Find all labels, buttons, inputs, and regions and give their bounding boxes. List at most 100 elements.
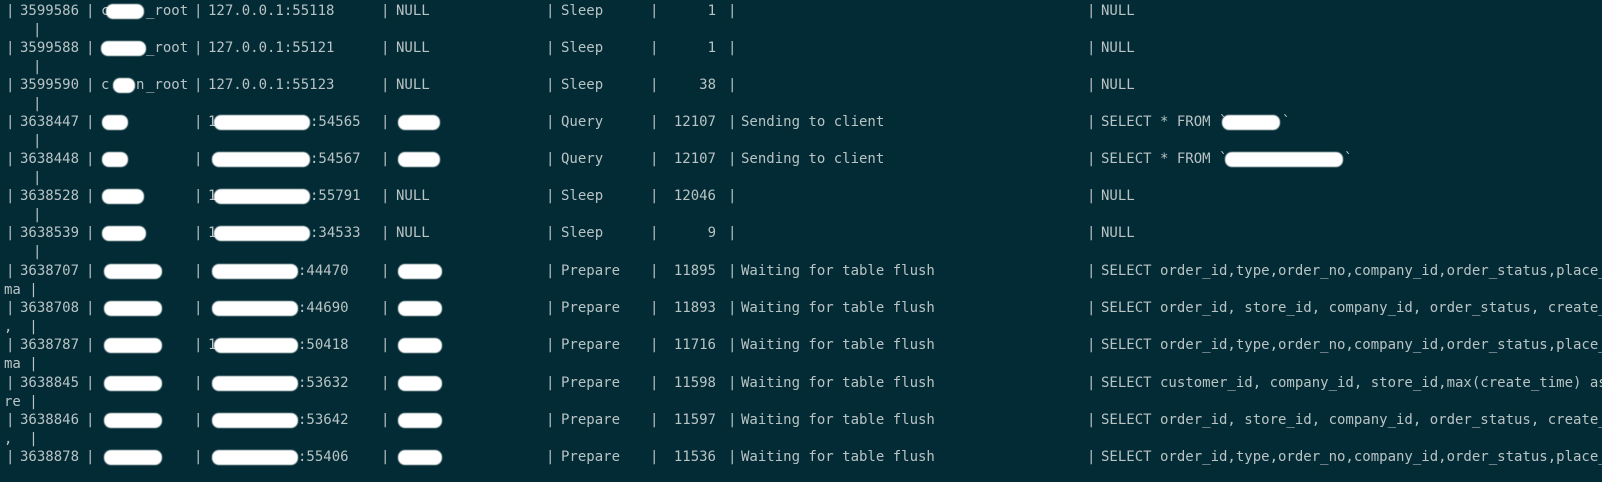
redacted-host xyxy=(214,226,310,241)
process-time: 11893 xyxy=(673,300,716,316)
redacted-user xyxy=(104,264,162,279)
redacted-db xyxy=(398,301,442,316)
table-row: | 3638708 | | :44690 | | Prepare | 11893… xyxy=(0,297,1602,335)
row-line: | 3599588 | _root | 127.0.0.1:55121 | NU… xyxy=(6,40,1135,56)
table-row: | 3638846 | | :53642 | | Prepare | 11597… xyxy=(0,409,1602,447)
redacted-host xyxy=(212,376,298,391)
process-host: :55791 xyxy=(310,188,361,204)
process-time: 11536 xyxy=(673,449,716,465)
process-info: SELECT order_id, store_id, company_id, o… xyxy=(1101,412,1602,428)
process-host: 127.0.0.1:55123 xyxy=(208,77,335,93)
redacted-table-name xyxy=(1222,115,1280,130)
row-line: | 3638878 | | :55406 | | Prepare | 11536… xyxy=(0,448,1602,467)
process-state: Waiting for table flush xyxy=(741,263,935,279)
table-row: | 3599588 | _root | 127.0.0.1:55121 | NU… xyxy=(0,37,1602,75)
process-id: 3599586 xyxy=(20,3,80,19)
process-command: Prepare xyxy=(561,449,621,465)
process-state: Sending to client xyxy=(741,114,885,130)
process-db: NULL xyxy=(396,225,430,241)
process-time: 11716 xyxy=(673,337,716,353)
redacted-user xyxy=(104,338,162,353)
redacted-host xyxy=(212,450,298,465)
row-line: | 3638845 | | :53632 | | Prepare | 11598… xyxy=(0,374,1602,393)
redacted-table-name xyxy=(1225,152,1343,167)
row-line: | 3599590 | c n _root | 127.0.0.1:55123 … xyxy=(6,77,1135,93)
redacted-host xyxy=(212,152,310,167)
process-host: :44690 xyxy=(298,300,349,316)
process-id: 3638448 xyxy=(20,151,80,167)
process-host: 127.0.0.1:55118 xyxy=(208,3,335,19)
process-id: 3638846 xyxy=(20,412,80,428)
process-command: Query xyxy=(561,151,604,167)
process-time: 11895 xyxy=(673,263,716,279)
process-info: SELECT * FROM ` xyxy=(1101,114,1228,130)
redacted-db xyxy=(398,450,442,465)
row-line: | 3638539 | | 1 :34533 | NULL | Sleep | … xyxy=(6,225,1135,241)
redacted-user xyxy=(102,115,128,130)
process-info: SELECT * FROM ` xyxy=(1101,151,1228,167)
redacted-db xyxy=(398,115,440,130)
process-id: 3638708 xyxy=(20,300,80,316)
process-id: 3599590 xyxy=(20,77,80,93)
process-id: 3599588 xyxy=(20,40,80,56)
process-command: Prepare xyxy=(561,337,621,353)
process-host: :44470 xyxy=(298,263,349,279)
redacted-host xyxy=(212,413,298,428)
process-id: 3638707 xyxy=(20,263,80,279)
process-state: Waiting for table flush xyxy=(741,375,935,391)
redacted-host xyxy=(212,264,298,279)
row-line: | 3638787 | | 1 :50418 | | Prepare | 117… xyxy=(0,336,1602,355)
table-row: | 3638707 | | :44470 | | Prepare | 11895… xyxy=(0,260,1602,298)
terminal-window[interactable]: | 3599586 | c _root | 127.0.0.1:55118 | … xyxy=(0,0,1602,482)
redacted-user xyxy=(104,301,162,316)
process-command: Sleep xyxy=(561,40,604,56)
redacted-db xyxy=(398,338,442,353)
process-host: :53632 xyxy=(298,375,349,391)
redacted-host xyxy=(214,189,310,204)
table-row: | 3638845 | | :53632 | | Prepare | 11598… xyxy=(0,372,1602,410)
info-tail: ` xyxy=(1282,114,1291,130)
process-time: 1 xyxy=(707,40,716,56)
redacted-user xyxy=(102,152,128,167)
process-info: NULL xyxy=(1101,225,1135,241)
table-row: | 3638447 | | 1 :54565 | | Query | 12107… xyxy=(0,111,1602,149)
table-row: | 3599590 | c n _root | 127.0.0.1:55123 … xyxy=(0,74,1602,112)
redacted-host xyxy=(214,115,310,130)
process-id: 3638878 xyxy=(20,449,80,465)
table-row: | 3638448 | | :54567 | | Query | 12107 |… xyxy=(0,148,1602,186)
process-id: 3638528 xyxy=(20,188,80,204)
redacted-user xyxy=(101,41,146,56)
redacted-user xyxy=(102,226,146,241)
process-db: NULL xyxy=(396,40,430,56)
table-row: | 3638787 | | 1 :50418 | | Prepare | 117… xyxy=(0,334,1602,372)
table-row: | 3638539 | | 1 :34533 | NULL | Sleep | … xyxy=(0,222,1602,260)
redacted-user xyxy=(104,376,162,391)
process-time: 12107 xyxy=(673,151,716,167)
redacted-host xyxy=(212,301,298,316)
process-user: _root xyxy=(146,40,189,56)
redacted-host xyxy=(214,338,298,353)
row-line: | 3638528 | | 1 :55791 | NULL | Sleep | … xyxy=(6,188,1135,204)
process-state: Waiting for table flush xyxy=(741,337,935,353)
table-row: | 3638878 | | :55406 | | Prepare | 11536… xyxy=(0,446,1602,482)
process-info: NULL xyxy=(1101,188,1135,204)
row-line: | 3638448 | | :54567 | | Query | 12107 |… xyxy=(6,151,1353,167)
info-tail: ` xyxy=(1344,151,1353,167)
process-info: SELECT order_id,type,order_no,company_id… xyxy=(1101,263,1602,279)
redacted-user xyxy=(104,450,162,465)
process-state: Sending to client xyxy=(741,151,885,167)
process-time: 38 xyxy=(699,77,716,93)
process-state: Waiting for table flush xyxy=(741,449,935,465)
process-info: NULL xyxy=(1101,77,1135,93)
process-host: :34533 xyxy=(310,225,361,241)
process-info: SELECT order_id, store_id, company_id, o… xyxy=(1101,300,1602,316)
process-info: NULL xyxy=(1101,40,1135,56)
process-command: Prepare xyxy=(561,263,621,279)
process-id: 3638447 xyxy=(20,114,80,130)
process-command: Sleep xyxy=(561,77,604,93)
process-time: 12046 xyxy=(673,188,716,204)
process-command: Sleep xyxy=(561,3,604,19)
table-row: | 3599586 | c _root | 127.0.0.1:55118 | … xyxy=(0,0,1602,38)
process-command: Query xyxy=(561,114,604,130)
process-command: Prepare xyxy=(561,300,621,316)
